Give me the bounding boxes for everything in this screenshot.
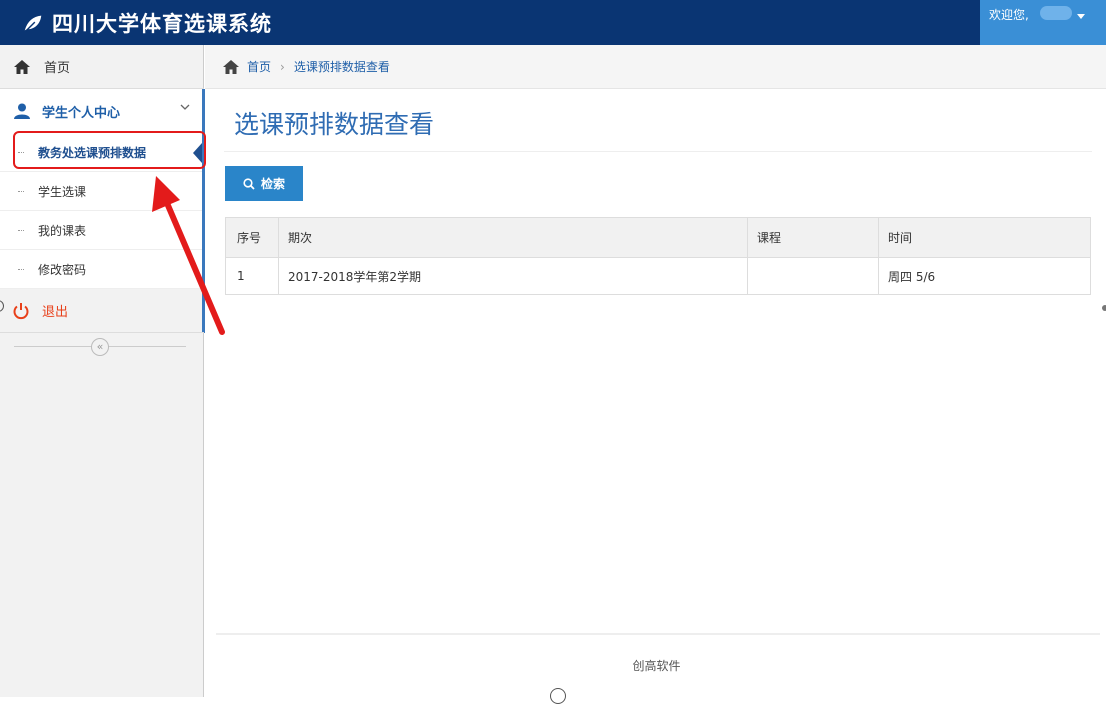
breadcrumb-current: 选课预排数据查看 — [293, 60, 390, 74]
footer-divider — [216, 633, 1100, 635]
tree-line — [18, 191, 24, 192]
data-table: 序号 期次 课程 时间 1 2017-2018学年第2学期 周四 5/6 — [225, 217, 1091, 295]
sidebar-subitem-label: 学生选课 — [38, 184, 87, 199]
column-header-index[interactable]: 序号 — [225, 217, 279, 258]
collapse-sidebar-button[interactable]: « — [91, 338, 109, 356]
user-name-placeholder — [1040, 6, 1072, 20]
column-header-course[interactable]: 课程 — [747, 217, 879, 258]
sidebar-subitem-label: 修改密码 — [38, 262, 87, 277]
sidebar-item-label: 学生个人中心 — [42, 105, 121, 121]
cell-term: 2017-2018学年第2学期 — [278, 257, 748, 295]
page-title: 选课预排数据查看 — [234, 110, 435, 139]
search-button[interactable]: 检索 — [225, 166, 303, 201]
table-header-row: 序号 期次 课程 时间 — [225, 217, 1091, 258]
sidebar-item-label: 首页 — [44, 61, 71, 76]
app-title: 四川大学体育选课系统 — [52, 12, 272, 36]
edge-circle — [550, 688, 566, 704]
cell-index: 1 — [225, 257, 279, 295]
sidebar-item-label: 退出 — [42, 305, 69, 320]
cell-course — [747, 257, 879, 295]
search-button-label: 检索 — [260, 177, 285, 191]
search-icon — [243, 177, 255, 190]
leaf-icon — [24, 15, 42, 32]
column-header-time[interactable]: 时间 — [878, 217, 1091, 258]
breadcrumb: 首页 › 选课预排数据查看 — [205, 45, 1106, 89]
power-icon — [13, 302, 29, 319]
caret-down-icon — [1077, 14, 1085, 19]
home-icon — [223, 59, 239, 74]
sidebar: 首页 学生个人中心 教务处选课预排数据 学生选课 我的课表 修改密码 退出 « — [0, 45, 206, 697]
table-row: 1 2017-2018学年第2学期 周四 5/6 — [225, 257, 1091, 295]
sidebar-item-student-center[interactable]: 学生个人中心 — [0, 89, 204, 133]
top-bar: 四川大学体育选课系统 欢迎您, — [0, 0, 1106, 45]
edge-dot — [1102, 305, 1106, 311]
user-menu[interactable]: 欢迎您, — [980, 0, 1106, 45]
user-icon — [14, 103, 30, 119]
annotation-arrow-icon — [152, 176, 225, 335]
column-header-term[interactable]: 期次 — [278, 217, 748, 258]
home-icon — [14, 59, 30, 74]
tree-line — [18, 269, 24, 270]
sidebar-subitem-label: 我的课表 — [38, 223, 87, 238]
brand[interactable]: 四川大学体育选课系统 — [22, 8, 272, 38]
divider — [224, 151, 1092, 152]
breadcrumb-separator-icon: › — [280, 59, 285, 74]
chevron-down-icon — [180, 104, 190, 110]
welcome-text: 欢迎您, — [989, 8, 1029, 22]
footer: 创高软件 — [632, 659, 681, 673]
tree-line — [18, 230, 24, 231]
breadcrumb-home-link[interactable]: 首页 — [247, 58, 271, 75]
annotation-highlight-box — [13, 131, 206, 169]
cell-time: 周四 5/6 — [878, 257, 1091, 295]
sidebar-item-home[interactable]: 首页 — [0, 45, 204, 89]
